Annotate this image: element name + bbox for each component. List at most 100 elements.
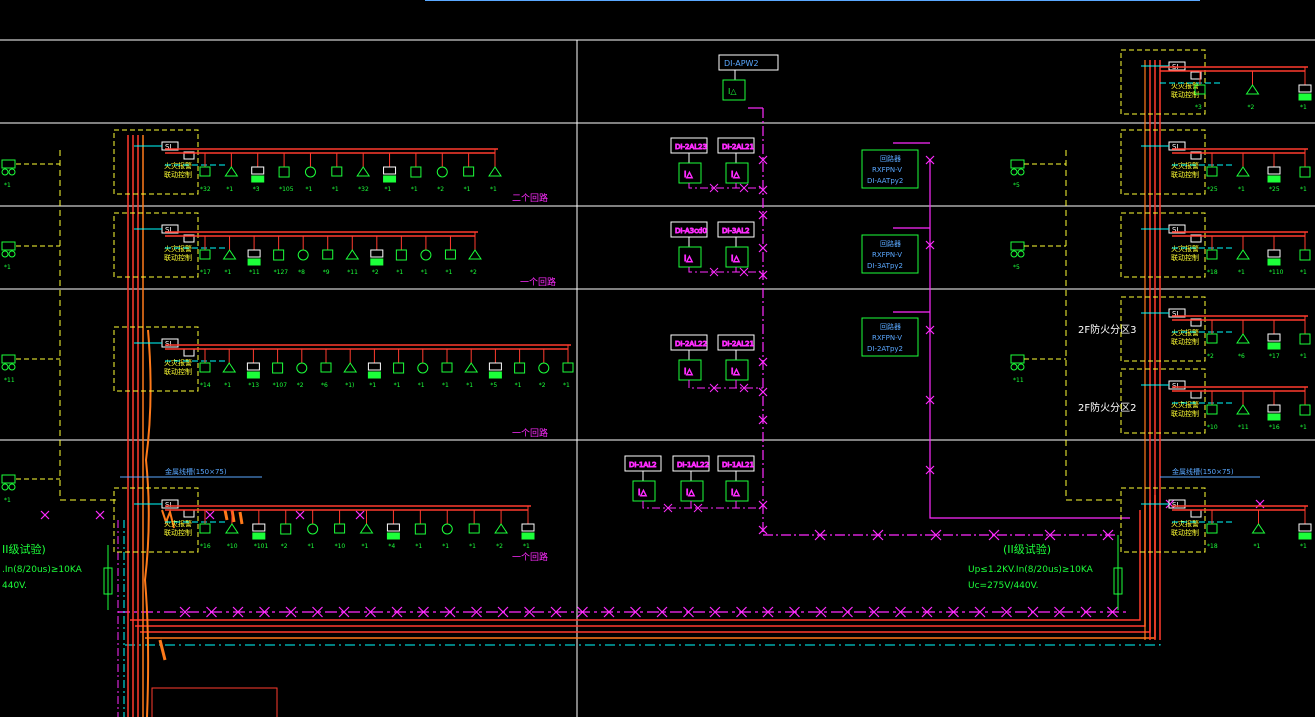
- io-device-icon: [251, 175, 265, 183]
- device-tag: *1: [411, 186, 418, 193]
- module-symbol: I△: [731, 488, 740, 497]
- loop-label-2: 一个回路: [520, 276, 556, 288]
- left-risers: [59, 135, 278, 717]
- device-tag: *1: [1300, 353, 1307, 360]
- device-tag: *1: [1238, 186, 1245, 193]
- right-risers: [1065, 60, 1161, 640]
- button-icon: [410, 166, 422, 178]
- sounder-icon: [222, 249, 237, 260]
- module-label: DI-2AL21: [722, 340, 754, 348]
- panel-right-5: SI 火灾报警联动控制: [1120, 487, 1206, 553]
- button-icon: [280, 523, 292, 535]
- device-rows: *32 *1 *3 *105 *1 *1 *32 *1 *1 *2 *1 *1 *17 *1 *11 *127…: [165, 66, 1312, 550]
- side-devices: *1 *1 *11 *1 *5 *5 *11: [1, 159, 1066, 504]
- device-tag: *1: [1300, 269, 1307, 276]
- panel-mini-box: [183, 348, 195, 357]
- device-tag: *1: [396, 269, 403, 276]
- io-device-icon: [488, 371, 502, 379]
- button-icon: [1299, 333, 1311, 345]
- module-label: DI-2AL23: [675, 143, 707, 151]
- device-tag: *2: [1207, 353, 1214, 360]
- smoke-detector-icon: [296, 362, 308, 374]
- device-tag: *1): [345, 382, 354, 389]
- detector-icon: [1206, 404, 1218, 415]
- io-device-icon: [370, 258, 384, 266]
- side-device-r1: *5: [1010, 159, 1066, 189]
- device-tag: *2: [372, 269, 379, 276]
- detector-icon: [199, 249, 211, 260]
- module-label: DI-2AL21: [722, 143, 754, 151]
- device-tag: *1: [415, 543, 422, 550]
- panel-right-1: SI火灾报警联动控制: [1120, 129, 1206, 195]
- module-label: DI-3AL2: [722, 227, 750, 235]
- cable-box-title: 回路器: [880, 322, 901, 331]
- device-tag: *25: [1207, 186, 1218, 193]
- sounder-icon: [1236, 166, 1250, 177]
- side-device-circle: [8, 483, 16, 491]
- sounder-icon: [222, 362, 237, 373]
- module-signal-line: [688, 380, 763, 389]
- left-cable-note: 金属线槽(150×75): [165, 467, 227, 476]
- module-groups: DI-2AL23I△DI-2AL21I△DI-A3cd0I△DI-3AL2I△D…: [624, 137, 763, 513]
- panel-text-2: 联动控制: [164, 367, 192, 376]
- sounder-icon: [1245, 84, 1260, 95]
- io-device-icon: [383, 175, 397, 183]
- top-module-symbol: I△: [728, 87, 737, 96]
- side-device-circle: [1017, 250, 1025, 258]
- side-device-circle: [1, 363, 9, 371]
- device-tag: *105: [279, 186, 294, 193]
- side-device-circle: [1010, 363, 1018, 371]
- device-tag: *8: [298, 269, 305, 276]
- panel-mini-box: [1190, 390, 1202, 399]
- cable-spec-boxes: 回路器RXFPN-VDI-AATpy2回路器RXFPN-VDI-3ATpy2回路…: [861, 149, 919, 357]
- device-tag: *1: [305, 186, 312, 193]
- device-tag: *17: [1269, 353, 1280, 360]
- side-device-tag: *1: [4, 264, 11, 271]
- button-icon: [514, 362, 526, 374]
- module-label: DI-1AL21: [722, 461, 754, 469]
- module-signal-line: [688, 267, 763, 273]
- button-icon: [1299, 249, 1311, 261]
- sounder-icon: [345, 249, 360, 260]
- smoke-detector-icon: [304, 166, 316, 178]
- detector-icon: [468, 523, 480, 534]
- device-tag: *1: [308, 543, 315, 550]
- smoke-detector-icon: [307, 523, 319, 535]
- cable-box-line2: DI-AATpy2: [867, 177, 903, 185]
- device-tag: *2: [496, 543, 503, 550]
- io-device-icon: [1267, 342, 1281, 350]
- button-icon: [272, 362, 284, 374]
- cable-box-line1: RXFPN-V: [872, 334, 902, 342]
- sounder-icon: [464, 362, 479, 373]
- device-tag: *11: [1238, 424, 1249, 431]
- si-label: SI: [165, 340, 172, 348]
- io-module-icon: [1267, 404, 1281, 413]
- si-label: SI: [165, 226, 172, 234]
- side-device-circle: [1010, 250, 1018, 258]
- io-module-icon: [1267, 249, 1281, 258]
- sounder-icon: [1236, 249, 1250, 260]
- device-tag: *1: [442, 543, 449, 550]
- device-tag: *32: [200, 186, 211, 193]
- io-module-icon: [1267, 333, 1281, 342]
- sounder-icon: [494, 523, 509, 534]
- device-tag: *18: [1207, 543, 1218, 550]
- side-device-r2: *5: [1010, 241, 1066, 271]
- device-tag: *1: [1300, 104, 1307, 111]
- side-device-tag: *5: [1013, 182, 1020, 189]
- device-tag: *1: [523, 543, 530, 550]
- device-tag: *1: [1238, 269, 1245, 276]
- device-tag: *1: [1300, 186, 1307, 193]
- module-label: DI-2AL22: [675, 340, 707, 348]
- module-label: DI-A3cd0: [675, 227, 707, 235]
- smoke-detector-icon: [436, 166, 448, 178]
- device-row-r5: *18 *1 *1: [1172, 505, 1312, 550]
- module-symbol: I△: [684, 367, 693, 376]
- grid-lines: [0, 39, 1315, 717]
- detector-icon: [1206, 333, 1218, 344]
- module-row-4: DI-1AL2 I△ DI-1AL22 I△ DI-1AL21 I△: [624, 455, 763, 513]
- side-device-circle: [8, 250, 16, 258]
- sounder-icon: [224, 166, 239, 177]
- detector-icon: [1206, 249, 1218, 260]
- device-tag: *14: [200, 382, 211, 389]
